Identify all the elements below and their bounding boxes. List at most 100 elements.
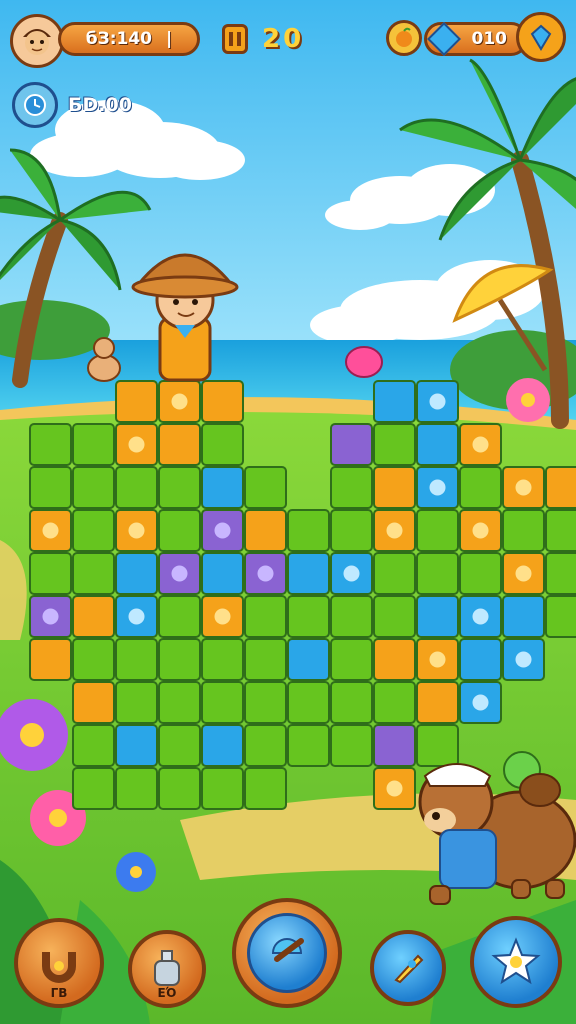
board-tile[interactable] (201, 552, 244, 595)
powerup-bottle-button[interactable]: ΕΌ (128, 930, 206, 1008)
board-tile[interactable] (416, 724, 459, 767)
board-tile[interactable] (115, 681, 158, 724)
board-tile[interactable] (158, 724, 201, 767)
board-tile[interactable] (115, 466, 158, 509)
board-tile[interactable] (545, 509, 576, 552)
board-tile[interactable] (373, 380, 416, 423)
player-avatar[interactable] (10, 14, 64, 68)
board-tile[interactable] (201, 466, 244, 509)
board-tile[interactable] (330, 466, 373, 509)
board-tile[interactable] (72, 423, 115, 466)
board-tile[interactable] (201, 423, 244, 466)
board-tile[interactable] (72, 595, 115, 638)
board-tile[interactable] (72, 638, 115, 681)
board-tile[interactable] (545, 552, 576, 595)
board-tile[interactable] (201, 767, 244, 810)
board-tile[interactable] (29, 638, 72, 681)
board-tile[interactable] (459, 552, 502, 595)
board-tile[interactable] (373, 423, 416, 466)
board-tile[interactable] (115, 552, 158, 595)
board-tile[interactable] (330, 509, 373, 552)
board-tile[interactable] (330, 681, 373, 724)
tile-item-icon (42, 522, 59, 539)
board-tile[interactable] (459, 638, 502, 681)
board-tile[interactable] (373, 595, 416, 638)
board-tile[interactable] (29, 423, 72, 466)
board-tile[interactable] (72, 552, 115, 595)
board-tile[interactable] (158, 423, 201, 466)
magnet-count: ΓΒ (50, 986, 68, 1000)
board-tile[interactable] (201, 638, 244, 681)
board-tile[interactable] (244, 509, 287, 552)
board-tile[interactable] (545, 595, 576, 638)
board-tile[interactable] (158, 638, 201, 681)
moves-counter: 20 (262, 24, 305, 54)
board-tile[interactable] (29, 466, 72, 509)
board-tile[interactable] (287, 724, 330, 767)
board-tile[interactable] (502, 595, 545, 638)
main-action-button[interactable] (232, 898, 342, 1008)
board-tile[interactable] (330, 595, 373, 638)
board-tile[interactable] (115, 724, 158, 767)
board-tile[interactable] (72, 466, 115, 509)
powerup-star-button[interactable] (470, 916, 562, 1008)
tile-item-icon (515, 651, 532, 668)
board-tile[interactable] (287, 595, 330, 638)
board-tile[interactable] (373, 724, 416, 767)
board-tile[interactable] (330, 423, 373, 466)
board-tile[interactable] (459, 466, 502, 509)
board-tile[interactable] (115, 638, 158, 681)
board-tile[interactable] (29, 552, 72, 595)
board-tile[interactable] (158, 767, 201, 810)
board-tile[interactable] (373, 681, 416, 724)
board-tile[interactable] (330, 724, 373, 767)
board-tile[interactable] (72, 724, 115, 767)
board-tile[interactable] (287, 638, 330, 681)
board-tile[interactable] (244, 724, 287, 767)
rocket-icon (394, 954, 424, 984)
board-tile[interactable] (545, 466, 576, 509)
board-tile[interactable] (373, 466, 416, 509)
board-tile[interactable] (201, 724, 244, 767)
board-tile[interactable] (287, 509, 330, 552)
board-tile[interactable] (115, 380, 158, 423)
powerup-magnet-button[interactable]: ΓΒ (14, 918, 104, 1008)
board-tile[interactable] (416, 423, 459, 466)
board-tile[interactable] (72, 509, 115, 552)
shop-button[interactable] (516, 12, 566, 62)
board-tile[interactable] (115, 767, 158, 810)
board-tile[interactable] (244, 595, 287, 638)
board-tile[interactable] (244, 638, 287, 681)
board-tile[interactable] (287, 681, 330, 724)
board-tile[interactable] (287, 552, 330, 595)
board-tile[interactable] (244, 681, 287, 724)
board-tile[interactable] (201, 681, 244, 724)
board-tile[interactable] (158, 595, 201, 638)
board-tile[interactable] (502, 509, 545, 552)
board-tile[interactable] (72, 681, 115, 724)
timer-text: БD.00 (68, 94, 132, 116)
board-tile[interactable] (158, 466, 201, 509)
board-tile[interactable] (72, 767, 115, 810)
board-tile[interactable] (244, 767, 287, 810)
board-tile[interactable] (330, 638, 373, 681)
powerup-rocket-button[interactable] (370, 930, 446, 1006)
game-scene (0, 0, 576, 1024)
board-tile[interactable] (416, 595, 459, 638)
flower-pink (506, 378, 550, 422)
tile-item-icon (472, 694, 489, 711)
board-tile[interactable] (373, 638, 416, 681)
board-tile[interactable] (201, 380, 244, 423)
board-tile[interactable] (244, 466, 287, 509)
magnet-icon (42, 952, 76, 983)
tile-item-icon (128, 522, 145, 539)
star-icon (491, 937, 541, 985)
board-tile[interactable] (416, 509, 459, 552)
board-tile[interactable] (416, 681, 459, 724)
board-tile[interactable] (158, 509, 201, 552)
board-tile[interactable] (373, 552, 416, 595)
board-tile[interactable] (416, 552, 459, 595)
tile-item-icon (386, 522, 403, 539)
pause-icon[interactable] (222, 24, 248, 54)
board-tile[interactable] (158, 681, 201, 724)
